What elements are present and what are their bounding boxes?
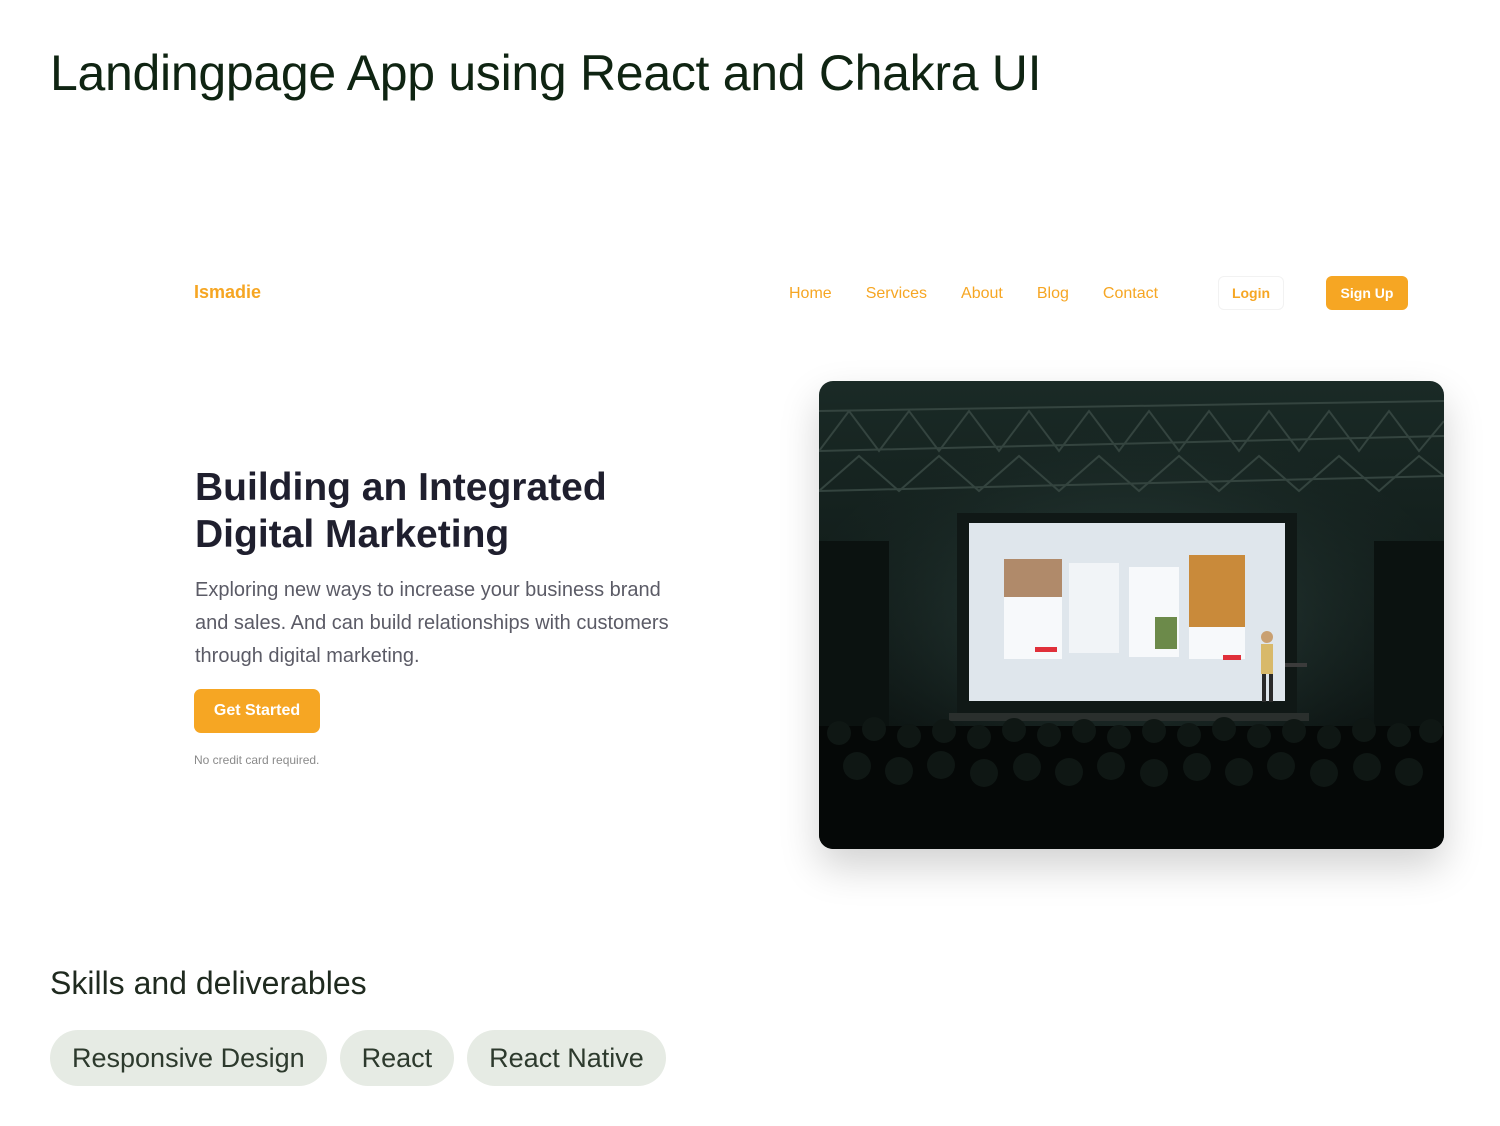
nav-home[interactable]: Home	[789, 285, 832, 303]
nav-blog[interactable]: Blog	[1037, 285, 1069, 303]
main-nav: Home Services About Blog Contact	[789, 285, 1192, 303]
conference-illustration	[819, 381, 1444, 849]
signup-button[interactable]: Sign Up	[1326, 276, 1408, 310]
skill-chip[interactable]: React Native	[467, 1030, 666, 1086]
login-button[interactable]: Login	[1218, 276, 1284, 310]
skills-chips: Responsive Design React React Native	[50, 1030, 666, 1086]
skill-chip[interactable]: Responsive Design	[50, 1030, 327, 1086]
brand-logo[interactable]: Ismadie	[194, 282, 261, 303]
nav-about[interactable]: About	[961, 285, 1003, 303]
no-credit-card-note: No credit card required.	[194, 753, 320, 767]
skills-title: Skills and deliverables	[50, 965, 367, 1001]
nav-contact[interactable]: Contact	[1103, 285, 1158, 303]
get-started-button[interactable]: Get Started	[194, 689, 320, 733]
skill-chip[interactable]: React	[339, 1030, 455, 1086]
hero-description: Exploring new ways to increase your busi…	[195, 579, 669, 667]
hero-heading: Building an Integrated Digital Marketing	[195, 466, 607, 556]
nav-services[interactable]: Services	[866, 285, 927, 303]
hero-image-conference	[819, 381, 1444, 849]
project-title: Landingpage App using React and Chakra U…	[50, 45, 1042, 101]
